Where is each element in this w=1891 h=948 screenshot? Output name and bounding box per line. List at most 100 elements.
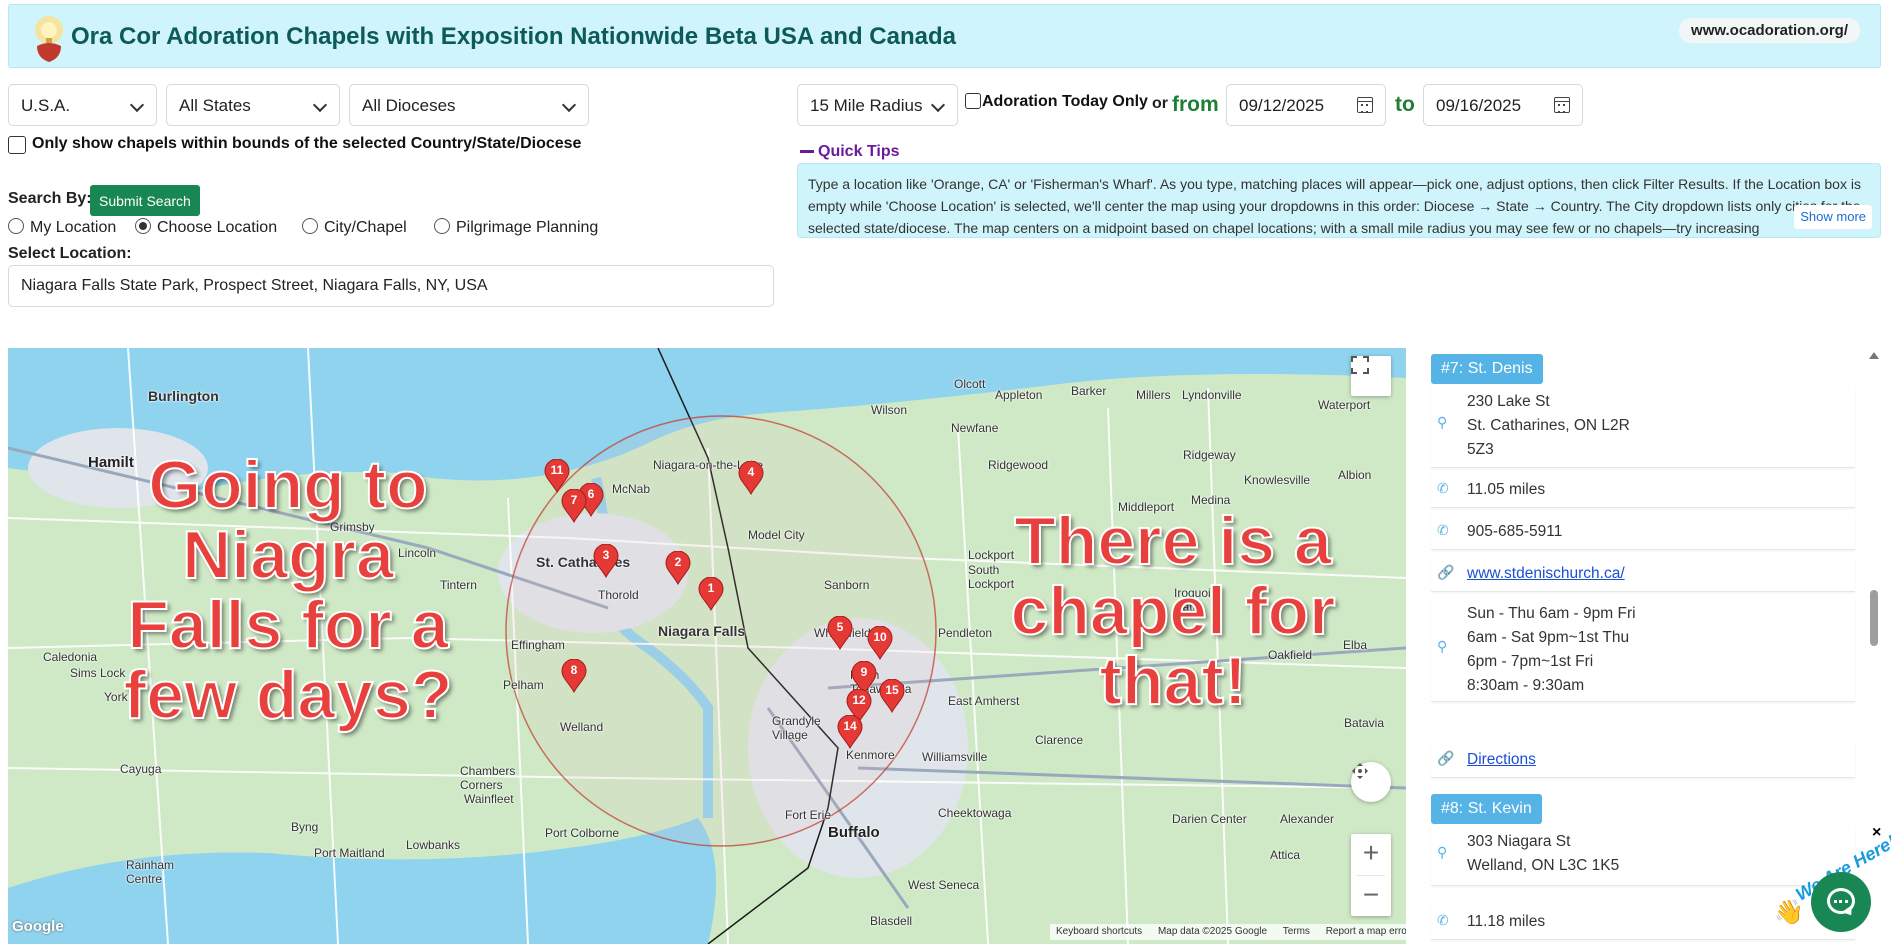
country-select-value: U.S.A.	[21, 96, 71, 115]
map-pin-marker[interactable]: 14	[837, 715, 863, 749]
from-date-value: 09/12/2025	[1239, 96, 1325, 115]
place-label: Darien Center	[1172, 812, 1247, 826]
radio-circle[interactable]	[135, 218, 151, 234]
place-label: Model City	[748, 528, 805, 542]
pin-number: 10	[873, 630, 887, 644]
report-error-link[interactable]: Report a map error	[1326, 926, 1406, 937]
map-pin-marker[interactable]: 11	[544, 459, 570, 493]
map-pin-icon: ⚲	[1437, 844, 1448, 860]
place-label: Niagara Falls	[658, 623, 746, 639]
location-input[interactable]	[8, 265, 774, 307]
place-label: Pendleton	[938, 626, 993, 640]
calendar-icon[interactable]	[1554, 97, 1570, 113]
place-label: Pelham	[503, 678, 544, 692]
radio-label: Choose Location	[157, 219, 278, 236]
place-label: Buffalo	[828, 824, 880, 841]
state-select[interactable]: All States	[166, 84, 340, 126]
pin-number: 3	[602, 548, 610, 562]
map-pin-marker[interactable]: 7	[561, 489, 587, 523]
country-select[interactable]: U.S.A.	[8, 84, 157, 126]
place-label: Knowlesville	[1244, 473, 1311, 487]
chapel-title-badge[interactable]: #8: St. Kevin	[1431, 794, 1542, 824]
adoration-today-checkbox[interactable]	[965, 93, 981, 109]
calendar-icon[interactable]	[1357, 97, 1373, 113]
map-view[interactable]: Burlington Hamilt Grimsby Lincoln St. Ca…	[8, 348, 1406, 944]
radius-select[interactable]: 15 Mile Radius	[797, 84, 958, 126]
chevron-down-icon	[561, 97, 577, 113]
place-label: Grandyle Village	[772, 714, 821, 742]
radio-my-location[interactable]: My Location	[8, 218, 116, 237]
collapse-icon	[800, 150, 814, 154]
bounds-checkbox[interactable]	[8, 136, 26, 154]
map-pin-marker[interactable]: 2	[665, 551, 691, 585]
map-pin-marker[interactable]: 15	[879, 679, 905, 713]
map-pin-marker[interactable]: 4	[738, 461, 764, 495]
place-label: Caledonia	[43, 650, 98, 664]
keyboard-shortcuts-link[interactable]: Keyboard shortcuts	[1056, 926, 1142, 937]
camera-control-button[interactable]	[1351, 762, 1391, 802]
show-more-link[interactable]: Show more	[1794, 205, 1872, 229]
address-text: 230 Lake St St. Catharines, ON L2R 5Z3	[1467, 393, 1630, 458]
pin-number: 14	[843, 719, 857, 733]
radio-pilgrimage-planning[interactable]: Pilgrimage Planning	[434, 218, 598, 237]
place-label: Lowbanks	[406, 838, 461, 852]
from-date-input[interactable]: 09/12/2025	[1226, 84, 1386, 126]
distance-row: ✆ 11.05 miles	[1431, 472, 1855, 508]
site-url-link[interactable]: www.ocadoration.org/	[1679, 18, 1860, 43]
quick-tips-title: Quick Tips	[818, 143, 900, 160]
bounds-checkbox-label: Only show chapels within bounds of the s…	[32, 135, 582, 152]
map-pin-marker[interactable]: 5	[827, 616, 853, 650]
place-label: Chambers Corners	[460, 764, 516, 792]
diocese-select-value: All Dioceses	[362, 96, 456, 115]
fullscreen-button[interactable]	[1351, 356, 1391, 396]
place-label: Newfane	[951, 421, 999, 435]
map-pin-marker[interactable]: 1	[698, 577, 724, 611]
submit-search-button[interactable]: Submit Search	[90, 185, 200, 216]
phone-icon: ✆	[1437, 522, 1449, 538]
radio-city-chapel[interactable]: City/Chapel	[302, 218, 407, 237]
place-label: Wainfleet	[464, 792, 514, 806]
zoom-out-button[interactable]: −	[1351, 876, 1391, 916]
chat-launcher-button[interactable]	[1811, 872, 1871, 932]
place-label: Wilson	[871, 403, 908, 417]
map-pin-marker[interactable]: 3	[593, 544, 619, 578]
scroll-thumb[interactable]	[1870, 590, 1878, 646]
link-icon: 🔗	[1437, 564, 1455, 580]
select-location-label: Select Location:	[8, 245, 132, 262]
chapel-title-badge[interactable]: #7: St. Denis	[1431, 354, 1543, 384]
radio-circle[interactable]	[302, 218, 318, 234]
radio-label: Pilgrimage Planning	[456, 219, 599, 236]
state-select-value: All States	[179, 96, 251, 115]
radio-circle[interactable]	[8, 218, 24, 234]
directions-link[interactable]: Directions	[1467, 748, 1536, 772]
phone-icon: ✆	[1437, 480, 1449, 496]
radio-circle[interactable]	[434, 218, 450, 234]
place-label: Cheektowaga	[938, 806, 1012, 820]
distance-text: 11.18 miles	[1467, 913, 1546, 930]
address-row: ⚲ 303 Niagara St Welland, ON L3C 1K5	[1431, 826, 1855, 886]
map-pin-marker[interactable]: 8	[561, 659, 587, 693]
overlay-caption-right: There is a chapel for that!	[1010, 503, 1337, 720]
place-label: Blasdell	[870, 914, 913, 928]
hours-text: Sun - Thu 6am - 9pm Fri 6am - Sat 9pm~1s…	[1467, 605, 1636, 694]
quick-tips-toggle[interactable]: Quick Tips	[800, 143, 900, 161]
place-label: Kenmore	[846, 748, 895, 762]
zoom-controls: + −	[1351, 834, 1391, 916]
chevron-down-icon	[129, 97, 145, 113]
zoom-in-button[interactable]: +	[1351, 834, 1391, 874]
pin-number: 15	[885, 683, 899, 697]
place-label: McNab	[612, 482, 651, 496]
radio-label: City/Chapel	[324, 219, 407, 236]
diocese-select[interactable]: All Dioceses	[349, 84, 589, 126]
map-pin-marker[interactable]: 10	[867, 626, 893, 660]
radio-choose-location[interactable]: Choose Location	[135, 218, 277, 237]
scroll-up-icon[interactable]	[1869, 352, 1879, 359]
terms-link[interactable]: Terms	[1283, 926, 1310, 937]
chat-close-button[interactable]: ×	[1872, 824, 1881, 842]
address-text: 303 Niagara St Welland, ON L3C 1K5	[1467, 833, 1620, 874]
to-date-input[interactable]: 09/16/2025	[1423, 84, 1583, 126]
map-attribution: Keyboard shortcuts Map data ©2025 Google…	[1050, 924, 1406, 940]
website-link[interactable]: www.stdenischurch.ca/	[1467, 562, 1625, 586]
waving-hand-icon: 👋	[1774, 899, 1804, 926]
link-icon: 🔗	[1437, 750, 1455, 766]
